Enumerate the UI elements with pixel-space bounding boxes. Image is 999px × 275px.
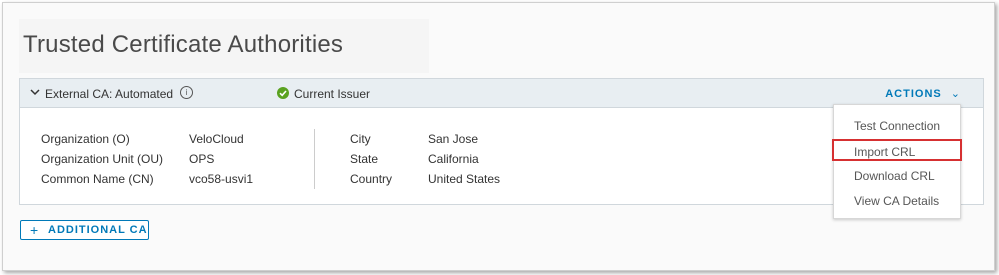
field-label: Organization Unit (OU) — [41, 152, 164, 166]
actions-dropdown-menu: Test Connection Import CRL Download CRL … — [832, 104, 962, 219]
field-value: San Jose — [428, 132, 479, 146]
status-label: Current Issuer — [294, 87, 371, 101]
detail-row: Country United States — [350, 171, 500, 191]
field-value: vco58-usvi1 — [189, 172, 254, 186]
app-frame: Trusted Certificate Authorities External… — [2, 2, 995, 271]
field-label: State — [350, 152, 379, 166]
actions-label: ACTIONS — [885, 88, 942, 100]
actions-button[interactable]: ACTIONS ⌄ — [885, 87, 961, 100]
add-button-label: ADDITIONAL CA — [48, 224, 148, 236]
org-details: Organization (O) VeloCloud Organization U… — [41, 131, 253, 191]
field-value: California — [428, 152, 479, 166]
chevron-down-icon: ⌄ — [950, 88, 961, 100]
menu-item-download-crl[interactable]: Download CRL — [834, 165, 960, 187]
detail-row: Common Name (CN) vco58-usvi1 — [41, 171, 253, 191]
field-label: City — [350, 132, 371, 146]
detail-row: State California — [350, 151, 500, 171]
info-icon[interactable]: i — [180, 86, 193, 99]
field-label: Organization (O) — [41, 132, 130, 146]
field-label: Common Name (CN) — [41, 172, 154, 186]
column-divider — [314, 129, 315, 189]
field-value: United States — [428, 172, 501, 186]
chevron-down-icon[interactable] — [30, 87, 40, 97]
menu-item-import-crl[interactable]: Import CRL — [832, 139, 962, 161]
menu-item-view-ca-details[interactable]: View CA Details — [834, 190, 960, 212]
page-title: Trusted Certificate Authorities — [23, 31, 344, 58]
plus-icon: + — [30, 222, 40, 238]
field-value: VeloCloud — [189, 132, 244, 146]
ca-name: External CA: Automated — [45, 87, 174, 101]
field-value: OPS — [189, 152, 215, 166]
detail-row: Organization Unit (OU) OPS — [41, 151, 253, 171]
add-additional-ca-button[interactable]: + ADDITIONAL CA — [20, 220, 149, 240]
location-details: City San Jose State California Country Unit… — [350, 131, 500, 191]
detail-row: Organization (O) VeloCloud — [41, 131, 253, 151]
detail-row: City San Jose — [350, 131, 500, 151]
check-circle-icon — [277, 87, 289, 99]
menu-item-test-connection[interactable]: Test Connection — [834, 115, 960, 137]
field-label: Country — [350, 172, 393, 186]
